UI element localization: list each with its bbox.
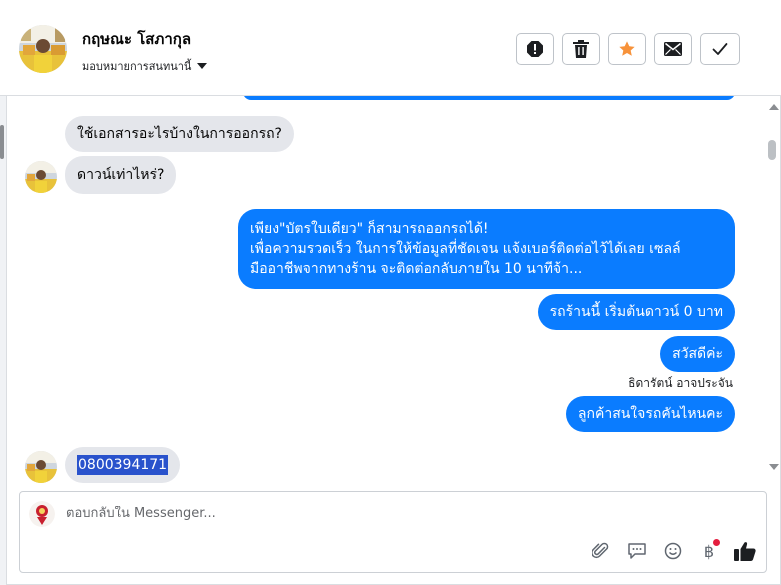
message-bubble-outgoing[interactable]: รถร้านนี้ เริ่มต้นดาวน์ 0 บาท xyxy=(537,294,735,330)
notification-dot xyxy=(713,539,720,546)
envelope-icon xyxy=(664,42,682,56)
message-bubble-partial xyxy=(243,96,735,100)
contact-name[interactable]: กฤษณะ โสภากุล xyxy=(82,27,191,51)
attach-button[interactable] xyxy=(590,540,612,562)
page-avatar xyxy=(29,501,55,527)
star-button[interactable] xyxy=(608,33,646,65)
header-actions xyxy=(516,33,740,65)
saved-replies-button[interactable] xyxy=(626,540,648,562)
message-bubble-incoming[interactable]: ดาวน์เท่าไหร่? xyxy=(65,156,177,194)
like-button[interactable] xyxy=(734,540,756,562)
assign-conversation-dropdown[interactable]: มอบหมายการสนทนานี้ xyxy=(82,57,208,75)
thumbs-up-icon xyxy=(734,542,756,561)
message-bubble-incoming[interactable]: 0800394171 xyxy=(65,447,181,483)
message-bubble-incoming[interactable]: ใช้เอกสารอะไรบ้างในการออกรถ? xyxy=(65,116,294,152)
message-list[interactable]: ใช้เอกสารอะไรบ้างในการออกรถ? ดาวน์เท่าไห… xyxy=(7,96,765,484)
emoji-button[interactable] xyxy=(662,540,684,562)
composer-tools: ฿ xyxy=(590,539,756,562)
mark-unread-button[interactable] xyxy=(654,33,692,65)
scroll-up-arrow-icon[interactable] xyxy=(769,104,779,110)
payment-button[interactable]: ฿ xyxy=(698,539,720,562)
mark-done-button[interactable] xyxy=(700,33,740,65)
assign-label: มอบหมายการสนทนานี้ xyxy=(82,60,192,73)
star-icon xyxy=(619,41,635,56)
trash-icon xyxy=(573,40,589,58)
left-panel-edge[interactable] xyxy=(0,95,7,585)
contact-avatar-small xyxy=(25,161,57,193)
paperclip-icon xyxy=(592,542,609,559)
message-scrollbar[interactable] xyxy=(765,100,781,476)
emoji-icon xyxy=(664,542,682,560)
sender-name: ธิดารัตน์ อาจประจัน xyxy=(628,376,733,390)
panel-resize-handle[interactable] xyxy=(0,125,4,159)
reply-input[interactable] xyxy=(66,506,566,521)
caret-down-icon xyxy=(197,63,208,69)
conversation-header: กฤษณะ โสภากุล มอบหมายการสนทนานี้ xyxy=(0,0,781,96)
selected-phone-number[interactable]: 0800394171 xyxy=(77,455,169,475)
message-bubble-outgoing[interactable]: เพียง"บัตรใบเดียว" ก็สามารถออกรถได้! เพื… xyxy=(238,209,735,289)
contact-avatar-small xyxy=(25,451,57,483)
scroll-down-arrow-icon[interactable] xyxy=(769,464,779,470)
checkmark-icon xyxy=(712,43,728,55)
report-icon xyxy=(527,41,543,57)
message-bubble-outgoing[interactable]: สวัสดีค่ะ xyxy=(660,336,735,372)
message-bubble-outgoing[interactable]: ลูกค้าสนใจรถคันไหนคะ xyxy=(565,396,735,432)
contact-avatar[interactable] xyxy=(19,25,67,73)
speech-bubble-icon xyxy=(628,543,646,559)
report-spam-button[interactable] xyxy=(516,33,554,65)
delete-button[interactable] xyxy=(562,33,600,65)
scrollbar-thumb[interactable] xyxy=(768,140,776,160)
reply-composer: ฿ xyxy=(19,491,767,573)
